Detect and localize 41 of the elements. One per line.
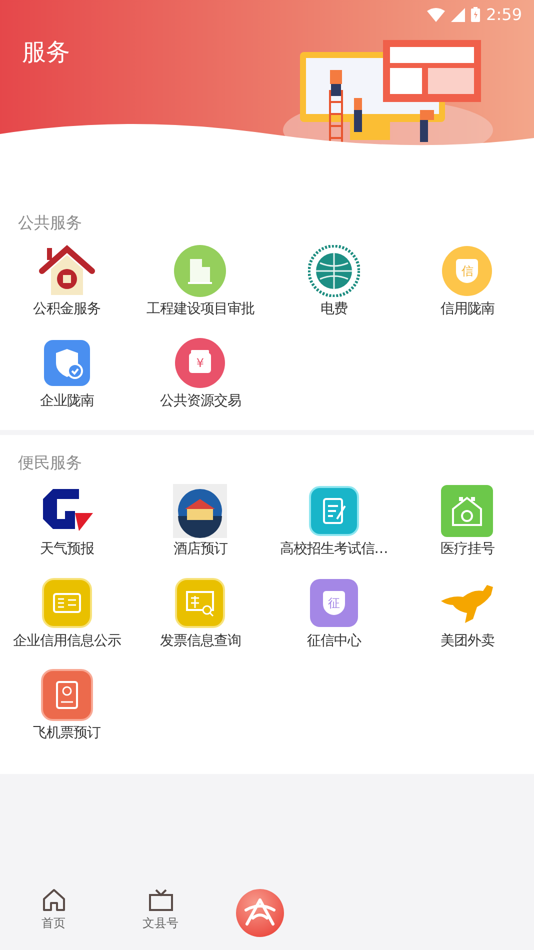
- document-icon: [308, 486, 359, 536]
- service-item[interactable]: 企业陇南: [0, 334, 134, 420]
- wifi-icon: [427, 8, 446, 22]
- service-item[interactable]: 发票信息查询: [134, 574, 267, 660]
- service-item[interactable]: ¥ 公共资源交易: [134, 334, 267, 420]
- service-item[interactable]: 企业信用信息公示: [0, 574, 134, 660]
- service-item[interactable]: 公积金服务: [0, 242, 134, 328]
- signal-icon: [451, 8, 466, 22]
- section-heading: 公共服务: [17, 213, 83, 234]
- building-icon: [174, 245, 226, 297]
- service-item[interactable]: 信 信用陇南: [400, 242, 534, 328]
- nav-tab[interactable]: 文县号: [107, 888, 214, 932]
- center-logo-button[interactable]: [236, 889, 284, 937]
- money-jar-icon: ¥: [175, 338, 226, 388]
- hotel-icon: [173, 484, 228, 538]
- service-item[interactable]: 医疗挂号: [400, 482, 534, 568]
- shield-check-icon: [44, 340, 90, 386]
- section-heading: 便民服务: [17, 453, 83, 474]
- service-item[interactable]: 征 征信中心: [267, 574, 400, 660]
- service-item[interactable]: 工程建设项目审批: [134, 242, 267, 328]
- tv-icon: [148, 888, 174, 912]
- logo-icon: [243, 898, 277, 928]
- house-people-icon: [441, 485, 494, 537]
- card-icon: [42, 578, 92, 628]
- service-item[interactable]: 酒店预订: [134, 482, 267, 568]
- shield-icon: 征: [310, 579, 358, 627]
- home-icon: [40, 888, 66, 912]
- house-icon: [38, 245, 95, 297]
- service-item[interactable]: 高校招生考试信…: [267, 482, 400, 568]
- service-item[interactable]: 飞机票预订: [0, 666, 134, 752]
- status-time: 2:59: [486, 5, 522, 24]
- nav-tab[interactable]: 首页: [0, 888, 107, 932]
- service-item[interactable]: 天气预报: [0, 482, 134, 568]
- globe-icon: [308, 245, 360, 297]
- battery-icon: [471, 7, 480, 22]
- receipt-search-icon: [175, 578, 226, 628]
- shield-icon: 信: [442, 246, 492, 296]
- passport-icon: [40, 669, 93, 721]
- service-item[interactable]: 美团外卖: [400, 574, 534, 660]
- page-title: 服务: [22, 37, 70, 68]
- service-item[interactable]: 电费: [267, 242, 400, 328]
